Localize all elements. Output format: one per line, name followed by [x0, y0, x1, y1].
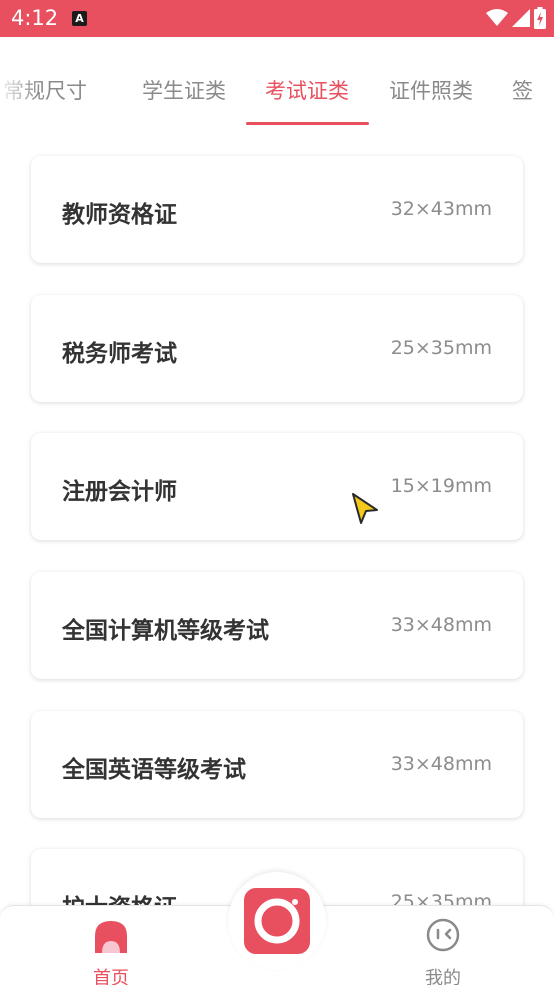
signal-icon	[512, 9, 530, 27]
tab-visa[interactable]: 签	[512, 75, 533, 105]
status-bar: 4:12 A	[0, 0, 554, 37]
card-title: 注册会计师	[62, 479, 177, 505]
nav-mine[interactable]: 我的	[412, 914, 474, 985]
camera-button[interactable]	[244, 888, 310, 954]
list-item-english-rank-exam[interactable]: 全国英语等级考试 33×48mm	[31, 711, 523, 818]
wifi-icon	[486, 9, 508, 26]
card-title: 全国英语等级考试	[62, 757, 246, 783]
face-icon	[426, 918, 460, 952]
tab-fade-left	[0, 37, 40, 127]
card-size: 15×19mm	[390, 475, 492, 497]
nav-home-label: 首页	[93, 968, 129, 985]
nav-mine-label: 我的	[425, 968, 461, 985]
card-size: 33×48mm	[390, 753, 492, 775]
category-tab-bar: 常规尺寸 学生证类 考试证类 证件照类 签	[0, 37, 554, 127]
cursor-icon	[352, 493, 378, 524]
list-item-computer-rank-exam[interactable]: 全国计算机等级考试 33×48mm	[31, 572, 523, 679]
list-item-cpa[interactable]: 注册会计师 15×19mm	[31, 433, 523, 540]
card-size: 25×35mm	[390, 337, 492, 359]
tab-exam-certificates[interactable]: 考试证类	[265, 75, 349, 105]
tab-id-photos[interactable]: 证件照类	[389, 75, 473, 105]
camera-icon	[254, 898, 300, 944]
app-screen: 4:12 A 常规尺寸 学生证类 考试证类 证件照类 签 教师资格证 32×43…	[0, 0, 554, 985]
card-title: 税务师考试	[62, 341, 177, 367]
card-title: 教师资格证	[62, 202, 177, 228]
card-size: 33×48mm	[390, 614, 492, 636]
notification-a-icon: A	[72, 11, 87, 26]
card-title: 全国计算机等级考试	[62, 618, 269, 644]
battery-charging-icon	[534, 7, 546, 29]
tab-student-id[interactable]: 学生证类	[142, 75, 226, 105]
active-tab-indicator	[246, 122, 369, 125]
status-time: 4:12	[11, 6, 59, 30]
card-size: 32×43mm	[390, 198, 492, 220]
list-item-teacher-qualification[interactable]: 教师资格证 32×43mm	[31, 156, 523, 263]
nav-home[interactable]: 首页	[80, 914, 142, 985]
home-icon	[95, 921, 127, 953]
list-item-tax-advisor-exam[interactable]: 税务师考试 25×35mm	[31, 295, 523, 402]
status-icons	[486, 7, 546, 29]
